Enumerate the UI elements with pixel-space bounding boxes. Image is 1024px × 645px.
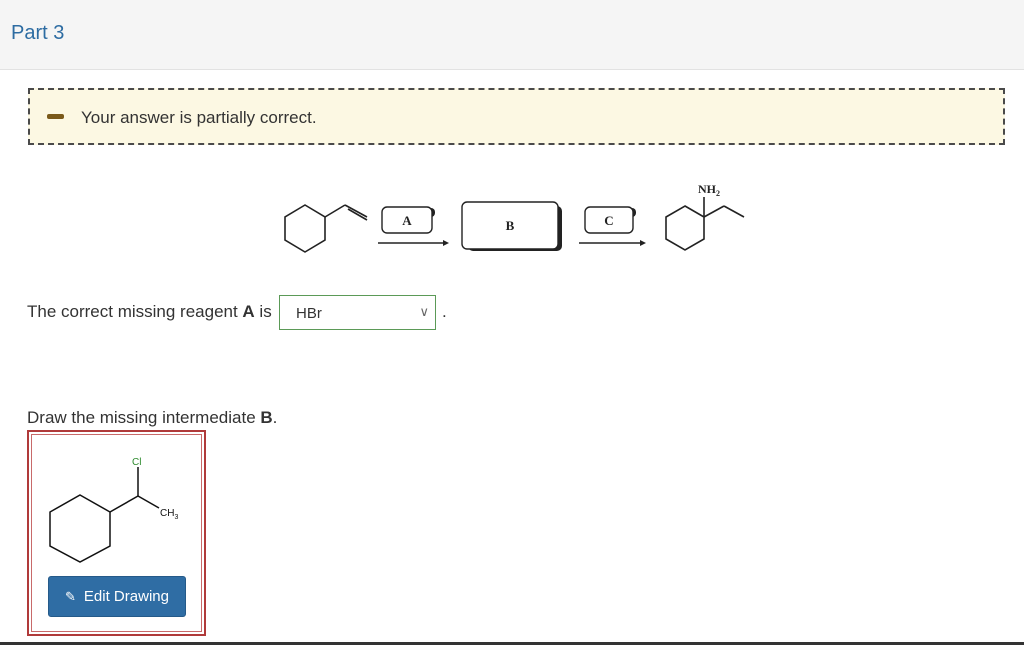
edit-drawing-button[interactable]: ✎ Edit Drawing [48,576,186,617]
dash-icon [47,114,64,119]
start-ring [284,204,326,253]
drawn-molecule: Cl CH3 [49,457,178,563]
intermediate-b-box: B [461,201,562,251]
edit-drawing-label: Edit Drawing [83,588,169,605]
draw-question-period: . [272,408,278,427]
draw-question-bold: B [260,408,273,427]
reagent-question-suffix: is [254,302,272,321]
feedback-banner: Your answer is partially correct. [28,88,1005,145]
part-title: Part 3 [11,22,65,44]
reagent-c-label: C [604,213,613,228]
chlorine-label: Cl [132,457,141,468]
reagent-question: The correct missing reagent A is [27,302,272,322]
sentence-period: . [442,302,447,321]
methyl-label: CH3 [160,508,178,521]
chevron-down-icon: ∨ [419,304,429,319]
product-molecule [665,197,745,251]
feedback-message: Your answer is partially correct. [81,108,317,127]
reagent-question-text: The correct missing reagent [27,302,243,321]
arrow-c: C [579,206,646,246]
arrow-a: A [378,206,449,246]
draw-question: Draw the missing intermediate B. [27,408,277,428]
reagent-a-selected-value: HBr [296,305,322,322]
reagent-a-select[interactable]: HBr ∨ [279,295,436,330]
reaction-scheme: A B C NH2 [284,182,745,253]
pencil-icon: ✎ [65,588,76,604]
reagent-question-bold: A [242,302,255,321]
draw-question-text: Draw the missing intermediate [27,408,261,427]
part-header: Part 3 [0,0,1024,70]
drawing-answer-box[interactable]: Cl CH3 ✎ Edit Drawing [27,430,206,636]
product-nh2-label: NH2 [698,182,720,198]
intermediate-b-label: B [506,218,515,233]
reagent-a-label: A [402,213,412,228]
